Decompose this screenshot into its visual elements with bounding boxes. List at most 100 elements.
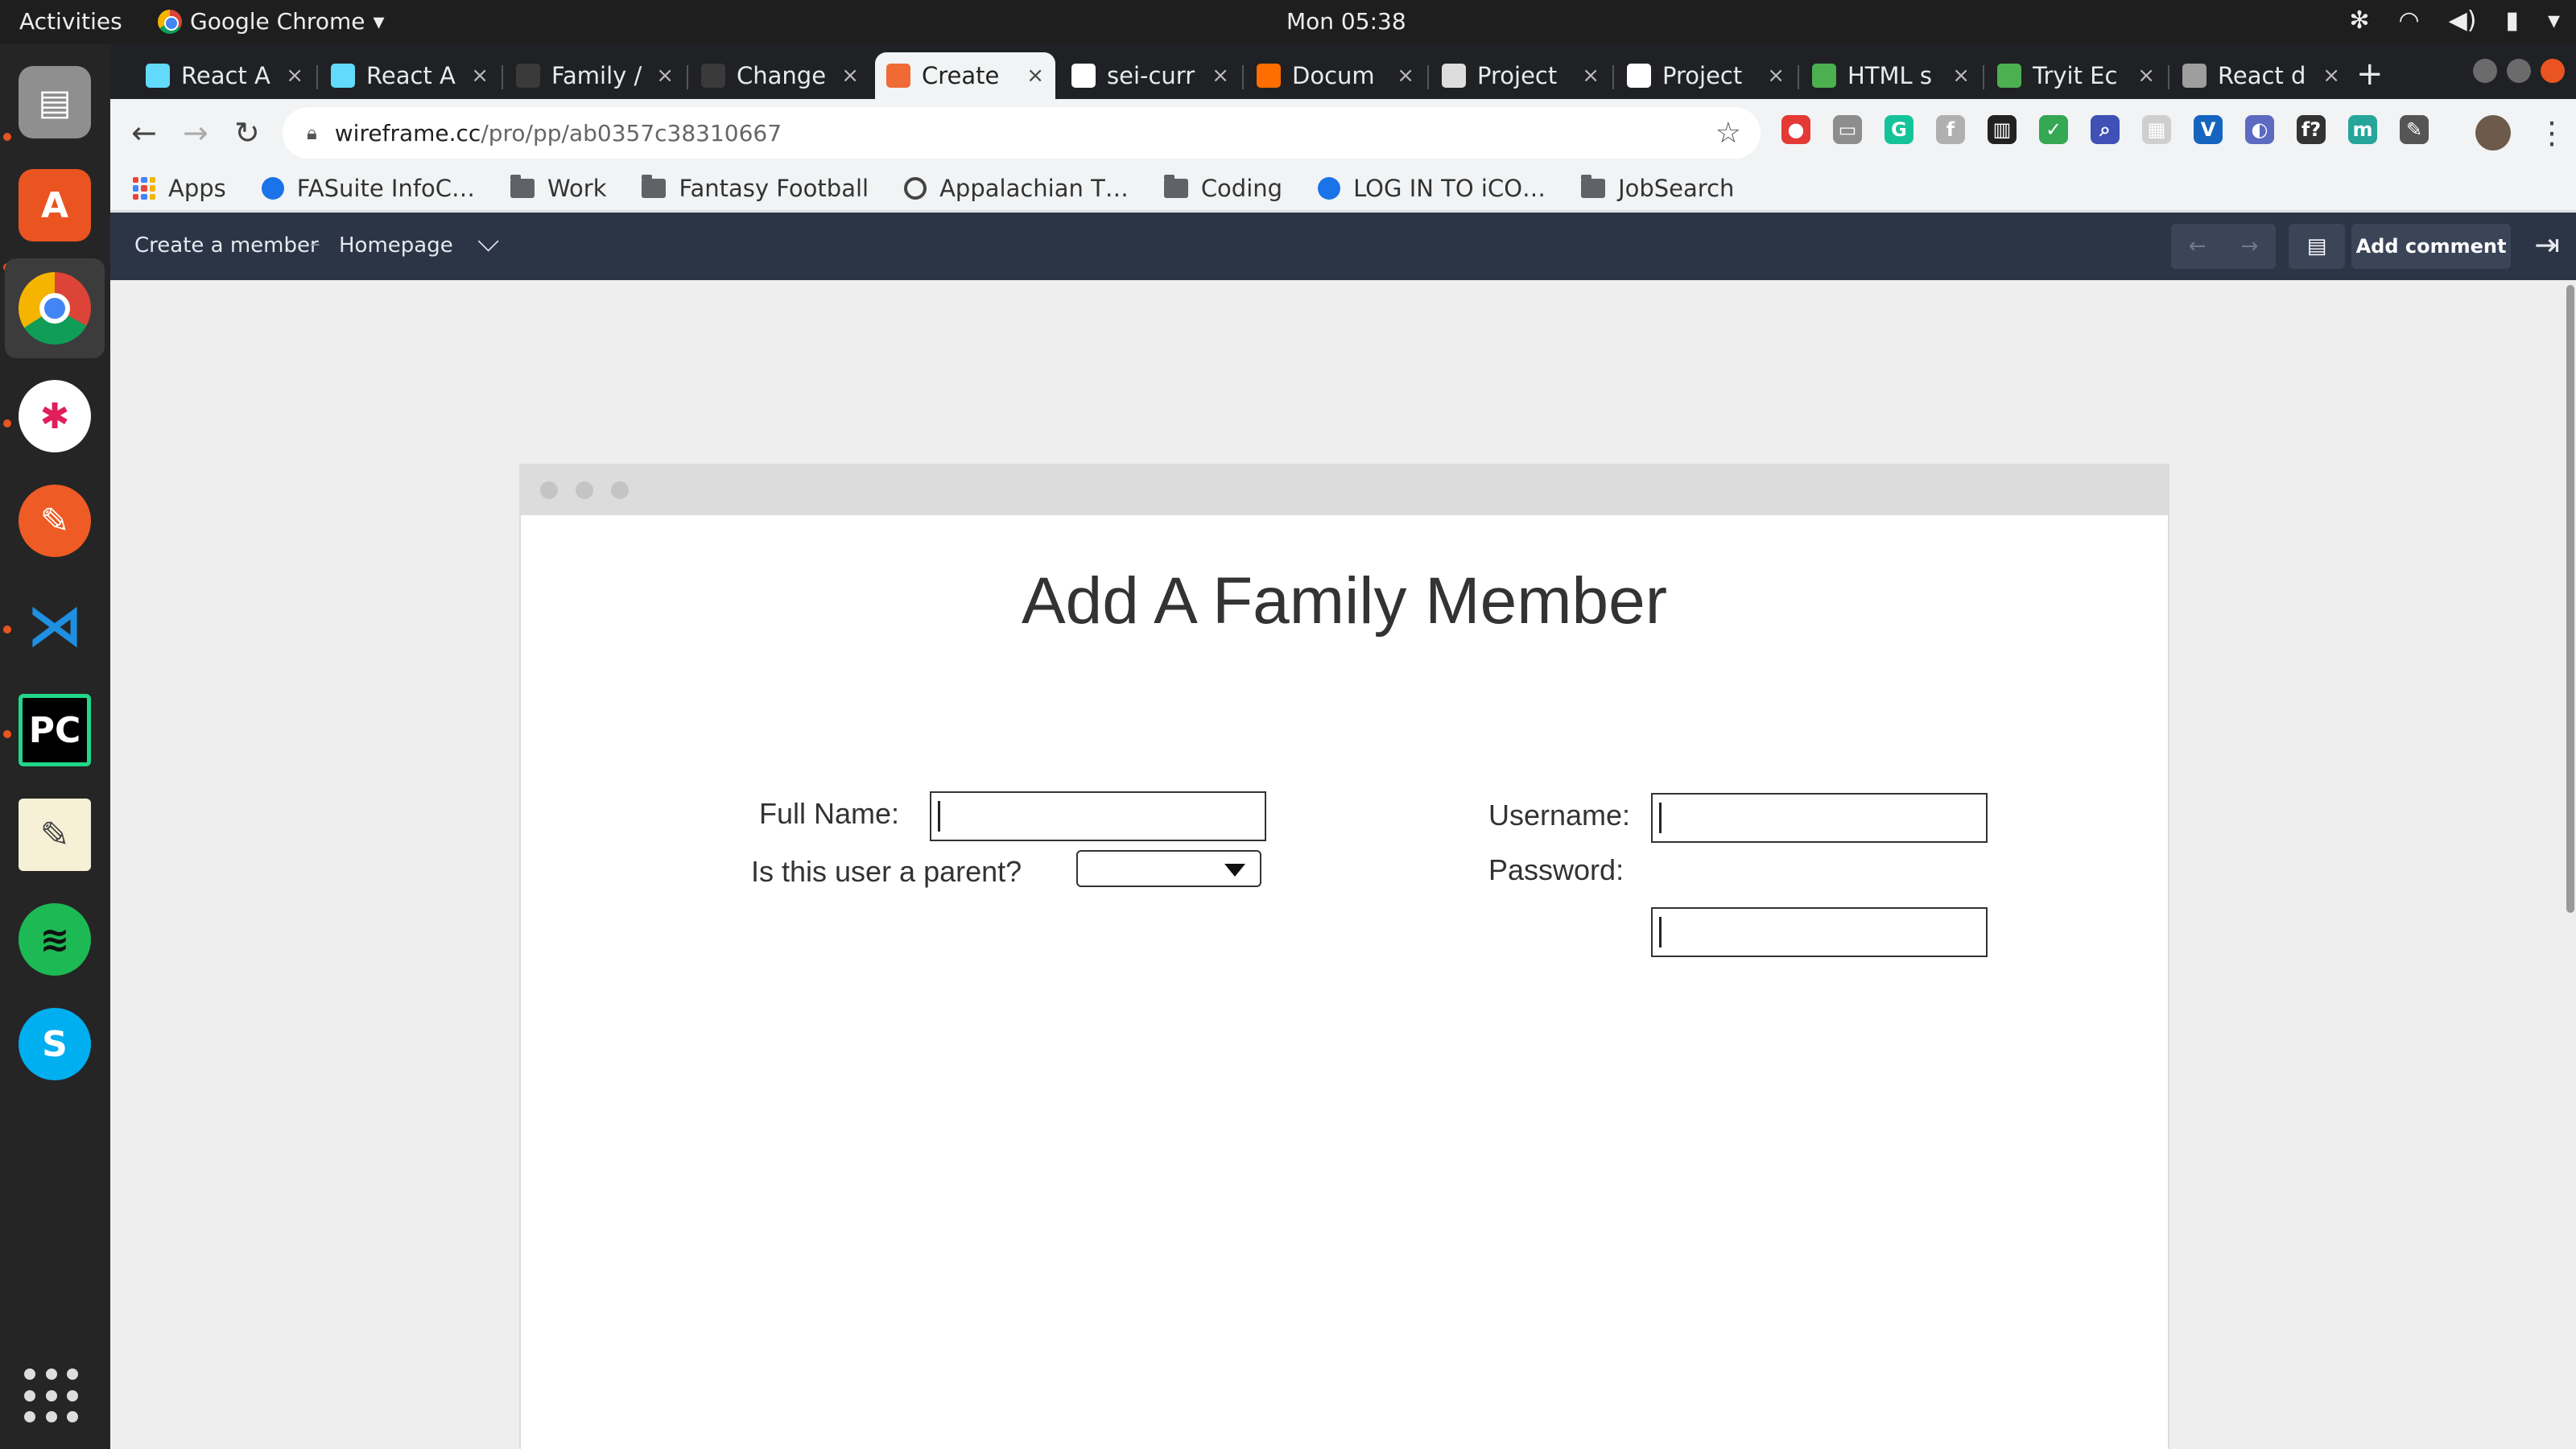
breadcrumb-current-page[interactable]: Create a member (134, 233, 319, 258)
chevron-down-icon[interactable]: ⌵ (477, 225, 499, 259)
clock[interactable]: Mon 05:38 (1286, 8, 1406, 35)
grid-ext-icon[interactable]: ▦ (2142, 115, 2171, 144)
magnifier-icon[interactable]: ⌕ (2091, 115, 2120, 144)
dock-software[interactable]: A (14, 165, 95, 246)
forward-icon[interactable]: → (183, 115, 208, 151)
tab-3[interactable]: Change × (690, 52, 870, 99)
tab-close-icon[interactable]: × (2322, 64, 2340, 88)
next-page-icon[interactable]: → (2223, 234, 2276, 258)
volume-icon[interactable]: ◀) (2449, 6, 2477, 35)
exit-preview-icon[interactable]: ⇥ (2534, 227, 2560, 262)
tab-2[interactable]: Family / × (505, 52, 685, 99)
profile-avatar[interactable] (2475, 115, 2511, 151)
password-input[interactable] (1651, 907, 1988, 957)
bookmark-2[interactable]: Work (510, 175, 606, 202)
tab-0[interactable]: React A × (134, 52, 315, 99)
tab-8[interactable]: Project × (1616, 52, 1796, 99)
page-nav-buttons: ← → (2171, 224, 2276, 269)
dock-skype[interactable]: S (14, 1004, 95, 1084)
font-icon[interactable]: f (1936, 115, 1965, 144)
tab-7[interactable]: Project × (1430, 52, 1611, 99)
battery-icon[interactable]: ▮ (2505, 6, 2519, 35)
tab-1[interactable]: React A × (320, 52, 500, 99)
bookmark-star-icon[interactable]: ☆ (1715, 117, 1741, 150)
dock-spotify[interactable]: ≋ (14, 899, 95, 980)
chrome-icon (158, 9, 182, 34)
dock-files[interactable]: ▤ (14, 62, 95, 142)
function-icon[interactable]: f? (2297, 115, 2326, 144)
back-icon[interactable]: ← (131, 115, 157, 151)
bookmark-6[interactable]: LOG IN TO iCO… (1318, 175, 1546, 202)
system-tray[interactable]: ✻ ◠ ◀) ▮ ▾ (2349, 6, 2560, 35)
tab-close-icon[interactable]: × (1767, 64, 1785, 88)
bookmark-4[interactable]: Appalachian T… (904, 175, 1129, 202)
wireframe-icon (886, 64, 910, 88)
username-input[interactable] (1651, 793, 1988, 843)
tab-close-icon[interactable]: × (656, 64, 674, 88)
page-scrollbar[interactable] (2566, 285, 2574, 913)
prev-page-icon[interactable]: ← (2171, 234, 2223, 258)
tab-separator (1427, 65, 1429, 89)
tab-5[interactable]: sei-curr × (1060, 52, 1241, 99)
tab-close-icon[interactable]: × (471, 64, 489, 88)
tab-4[interactable]: Create × (875, 52, 1055, 99)
add-comment-button[interactable]: Add comment (2351, 224, 2511, 269)
css-icon[interactable]: ▭ (1833, 115, 1862, 144)
close-window-icon[interactable] (2541, 59, 2565, 83)
tab-close-icon[interactable]: × (2137, 64, 2155, 88)
bookmark-1[interactable]: FASuite InfoC… (261, 175, 475, 202)
vscode-icon: ⋊ (19, 589, 91, 662)
tab-close-icon[interactable]: × (1952, 64, 1970, 88)
shield-check-icon[interactable]: ✓ (2039, 115, 2068, 144)
orb-icon[interactable]: ◐ (2245, 115, 2274, 144)
chevron-down-icon[interactable]: ▾ (2548, 6, 2560, 35)
project-board-icon (1442, 64, 1466, 88)
comments-icon[interactable]: ▤ (2289, 224, 2345, 269)
tab-close-icon[interactable]: × (286, 64, 303, 88)
breadcrumb-homepage[interactable]: Homepage (339, 233, 453, 258)
tab-close-icon[interactable]: × (1397, 64, 1414, 88)
dock-text-editor[interactable]: ✎ (14, 795, 95, 875)
app-menu[interactable]: Google Chrome ▾ (158, 8, 385, 35)
tab-6[interactable]: Docum × (1245, 52, 1426, 99)
bookmark-5[interactable]: Coding (1163, 175, 1282, 202)
eyedropper-icon[interactable]: ✎ (2400, 115, 2429, 144)
lock-icon[interactable]: 🔒︎ (307, 122, 317, 144)
menu-kebab-icon[interactable]: ⋮ (2537, 115, 2567, 151)
tab-close-icon[interactable]: × (1582, 64, 1600, 88)
dock-vscode[interactable]: ⋊ (14, 585, 95, 666)
full-name-input[interactable] (930, 791, 1266, 841)
bookmark-7[interactable]: JobSearch (1581, 175, 1734, 202)
wifi-icon[interactable]: ◠ (2398, 6, 2419, 35)
teal-circle-icon[interactable]: m (2348, 115, 2377, 144)
dock-chrome[interactable] (5, 258, 105, 358)
reload-icon[interactable]: ↻ (234, 115, 260, 151)
maximize-icon[interactable] (2507, 59, 2531, 83)
v-ext-icon[interactable]: V (2194, 115, 2223, 144)
tab-close-icon[interactable]: × (1026, 64, 1044, 88)
bookmark-3[interactable]: Fantasy Football (642, 175, 869, 202)
slack-tray-icon[interactable]: ✻ (2349, 6, 2369, 35)
grammarly-icon[interactable]: G (1885, 115, 1913, 144)
tab-close-icon[interactable]: × (841, 64, 859, 88)
bookmark-label: LOG IN TO iCO… (1353, 175, 1546, 202)
dock-postman[interactable]: ✎ (14, 481, 95, 561)
tab-11[interactable]: React d × (2171, 52, 2351, 99)
parent-select[interactable] (1076, 850, 1261, 887)
tab-close-icon[interactable]: × (1212, 64, 1229, 88)
columns-icon[interactable]: ▥ (1988, 115, 2017, 144)
bookmark-0[interactable]: Apps (133, 175, 226, 202)
minimize-icon[interactable] (2473, 59, 2497, 83)
show-applications-icon[interactable] (24, 1368, 80, 1425)
postman-icon: ✎ (19, 485, 91, 557)
tab-title: Docum (1292, 62, 1375, 89)
tab-9[interactable]: HTML s × (1801, 52, 1981, 99)
adblock-icon[interactable]: ● (1781, 115, 1810, 144)
new-tab-button[interactable]: + (2356, 56, 2384, 93)
activities-button[interactable]: Activities (19, 8, 122, 35)
spotify-icon: ≋ (19, 903, 91, 976)
tab-10[interactable]: Tryit Ec × (1986, 52, 2166, 99)
dock-pycharm[interactable]: PC (14, 690, 95, 770)
address-bar[interactable]: 🔒︎ wireframe.cc/pro/pp/ab0357c38310667 ☆ (283, 107, 1761, 159)
dock-slack[interactable]: ✱ (14, 376, 95, 456)
